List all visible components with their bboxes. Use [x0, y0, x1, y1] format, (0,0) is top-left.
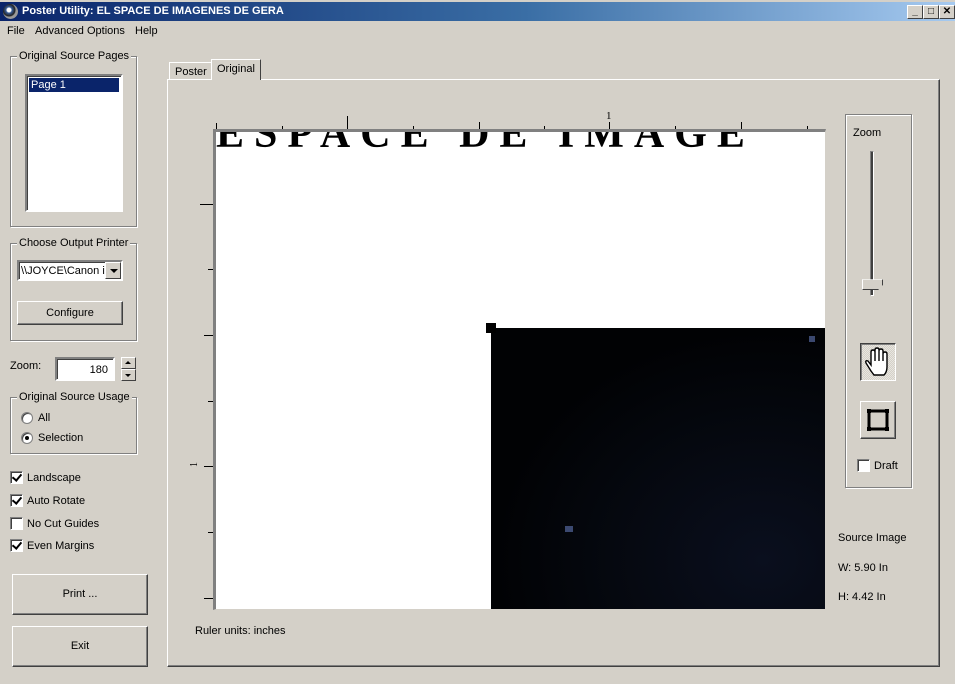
maximize-button[interactable]: □	[923, 5, 939, 19]
selection-handle[interactable]	[486, 323, 496, 333]
chevron-down-icon[interactable]	[105, 262, 121, 279]
close-icon: ✕	[942, 6, 952, 17]
ruler-tick	[609, 122, 610, 129]
app-icon	[3, 4, 18, 19]
radio-all-label[interactable]: All	[38, 412, 50, 424]
ruler-tick	[204, 466, 213, 467]
zoom-down-icon[interactable]	[121, 369, 136, 381]
radio-all[interactable]	[21, 412, 33, 424]
preview-canvas[interactable]: ESPACE DE IMAGE	[213, 129, 826, 610]
menu-file[interactable]: File	[7, 25, 25, 37]
source-pages-group: Original Source Pages Page 1	[10, 50, 137, 227]
print-button[interactable]: Print ...	[12, 574, 148, 615]
title-bar: Poster Utility: EL SPACE DE IMAGENES DE …	[0, 2, 955, 21]
ruler-v-label: 1	[189, 462, 200, 467]
zoom-panel-label: Zoom	[853, 127, 882, 139]
crop-rect-icon	[867, 409, 889, 431]
landscape-label[interactable]: Landscape	[27, 472, 81, 484]
ruler-tick	[204, 335, 213, 336]
ruler-tick	[741, 122, 742, 129]
ruler-tick	[479, 122, 480, 129]
draft-checkbox[interactable]	[857, 459, 870, 472]
source-image-region[interactable]	[491, 328, 825, 609]
zoom-slider-thumb[interactable]	[862, 279, 883, 291]
hand-tool-button[interactable]	[860, 343, 896, 381]
even-margins-checkbox[interactable]	[10, 539, 23, 552]
zoom-panel: Zoom Draft	[845, 114, 912, 488]
configure-button[interactable]: Configure	[17, 301, 123, 325]
zoom-up-icon[interactable]	[121, 357, 136, 369]
source-image-width: W: 5.90 In	[838, 562, 888, 574]
zoom-stepper[interactable]	[121, 357, 136, 382]
maximize-icon: □	[927, 6, 935, 17]
poster-utility-window: Poster Utility: EL SPACE DE IMAGENES DE …	[0, 0, 955, 684]
horizontal-ruler: 1	[213, 108, 826, 129]
radio-selection[interactable]	[21, 432, 33, 444]
ruler-tick	[347, 116, 348, 129]
ruler-h-label: 1	[606, 110, 612, 122]
source-pages-legend: Original Source Pages	[17, 50, 132, 62]
crop-tool-button[interactable]	[860, 401, 896, 439]
auto-rotate-label[interactable]: Auto Rotate	[27, 495, 85, 507]
draft-label[interactable]: Draft	[874, 460, 898, 472]
source-image-height: H: 4.42 In	[838, 591, 886, 603]
printer-group: Choose Output Printer \\JOYCE\Canon iP C…	[10, 237, 137, 341]
landscape-checkbox[interactable]	[10, 471, 23, 484]
minimize-button[interactable]: _	[907, 5, 923, 19]
vertical-ruler: 1	[189, 129, 213, 610]
close-button[interactable]: ✕	[939, 5, 955, 19]
ruler-tick	[204, 598, 213, 599]
no-cut-guides-label[interactable]: No Cut Guides	[27, 518, 99, 530]
poster-banner-text: ESPACE DE IMAGE	[216, 129, 755, 157]
zoom-input[interactable]: 180	[55, 357, 115, 381]
tab-original[interactable]: Original	[211, 59, 261, 80]
ruler-units-label: Ruler units: inches	[195, 625, 286, 637]
image-detail	[565, 526, 573, 532]
ruler-tick	[200, 204, 213, 205]
window-title: Poster Utility: EL SPACE DE IMAGENES DE …	[22, 5, 284, 17]
source-image-title: Source Image	[838, 532, 907, 544]
tab-poster[interactable]: Poster	[169, 62, 213, 80]
source-usage-legend: Original Source Usage	[17, 391, 132, 403]
exit-button[interactable]: Exit	[12, 626, 148, 667]
auto-rotate-checkbox[interactable]	[10, 494, 23, 507]
zoom-slider-track[interactable]	[870, 151, 874, 296]
zoom-label: Zoom:	[10, 360, 42, 372]
menu-help[interactable]: Help	[135, 25, 158, 37]
even-margins-label[interactable]: Even Margins	[27, 540, 94, 552]
image-detail	[809, 336, 815, 342]
list-item-page-1[interactable]: Page 1	[29, 78, 119, 92]
menu-advanced-options[interactable]: Advanced Options	[35, 25, 125, 37]
hand-pan-icon	[865, 347, 888, 376]
printer-legend: Choose Output Printer	[17, 237, 131, 249]
source-pages-list[interactable]: Page 1	[25, 74, 123, 212]
no-cut-guides-checkbox[interactable]	[10, 517, 23, 530]
menu-bar: File Advanced Options Help	[0, 22, 955, 40]
printer-select-value: \\JOYCE\Canon iP	[21, 265, 113, 277]
printer-select[interactable]: \\JOYCE\Canon iP	[17, 260, 123, 281]
radio-selection-label[interactable]: Selection	[38, 432, 83, 444]
source-usage-group: Original Source Usage All Selection	[10, 391, 137, 454]
minimize-icon: _	[912, 6, 918, 17]
